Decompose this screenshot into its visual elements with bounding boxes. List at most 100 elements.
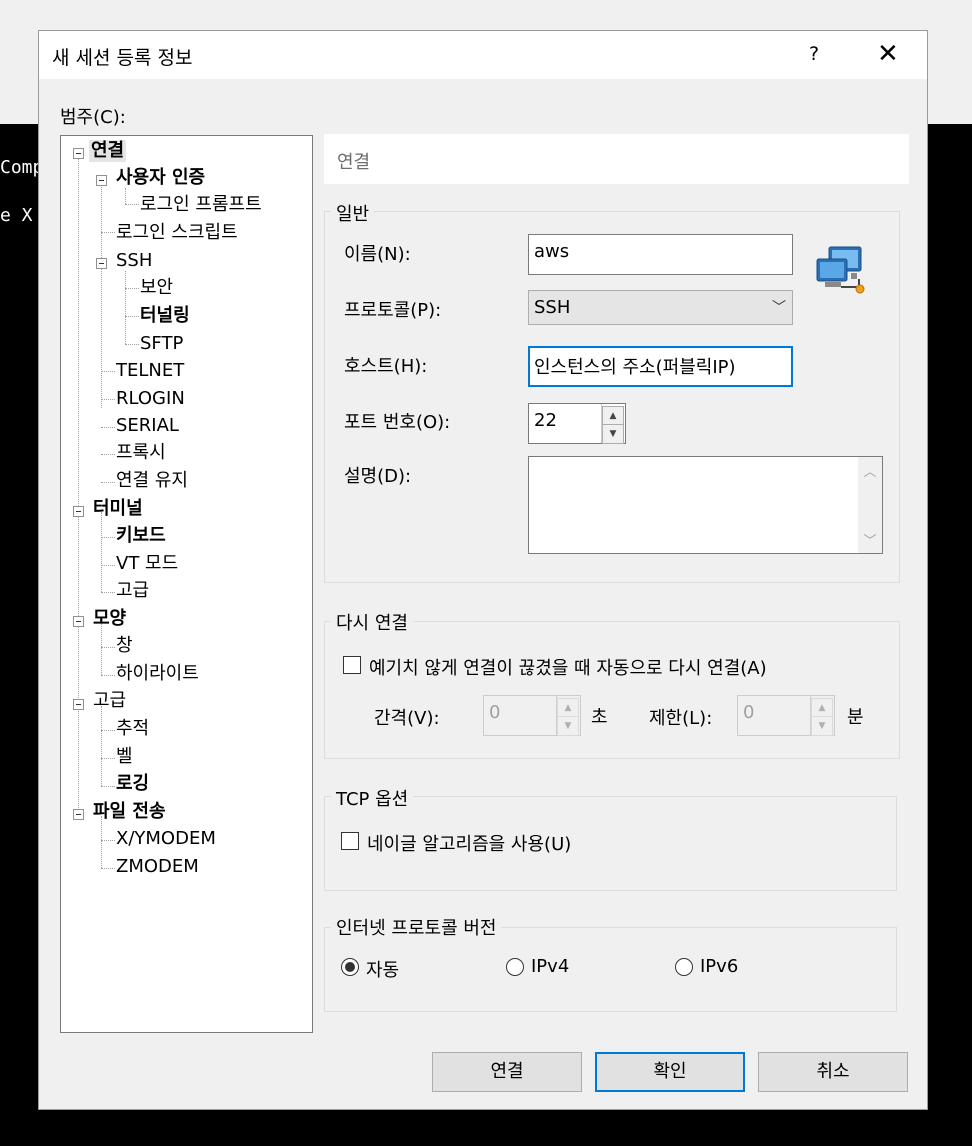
description-scrollbar[interactable]: ︿ ﹀	[858, 457, 882, 553]
port-stepper[interactable]: 22 ▲ ▼	[528, 403, 626, 444]
name-label: 이름(N):	[344, 244, 411, 265]
spin-down-icon[interactable]: ▼	[602, 424, 624, 444]
spin-down-icon[interactable]: ▼	[811, 716, 833, 736]
tree-line	[101, 623, 102, 675]
tree-item-file-transfer[interactable]: 파일 전송	[93, 801, 166, 823]
spin-up-icon[interactable]: ▲	[557, 698, 579, 718]
section-header: 연결	[324, 134, 909, 184]
tree-item-trace[interactable]: 추적	[116, 718, 149, 740]
tree-item-sftp[interactable]: SFTP	[140, 333, 183, 355]
name-input[interactable]: aws	[528, 234, 793, 275]
nagle-checkbox[interactable]	[341, 832, 359, 850]
dialog-title: 새 세션 등록 정보	[52, 47, 193, 69]
limit-label: 제한(L):	[649, 708, 713, 729]
tree-item-connection[interactable]: 연결	[89, 140, 127, 162]
tree-item-advanced-group[interactable]: 고급	[93, 690, 126, 712]
tree-item-login-script[interactable]: 로그인 스크립트	[116, 222, 238, 244]
tree-line	[101, 399, 115, 400]
tree-item-keepalive[interactable]: 연결 유지	[116, 470, 188, 492]
new-session-dialog: 새 세션 등록 정보 ? ✕ 범주(C): 연결 사용자 인증 로그인 프롬프트…	[38, 30, 928, 1110]
category-label: 범주(C):	[60, 107, 126, 128]
reconnect-legend: 다시 연결	[331, 609, 413, 635]
tree-item-vt-mode[interactable]: VT 모드	[116, 553, 178, 575]
host-input[interactable]: 인스턴스의 주소(퍼블릭IP)	[528, 346, 793, 387]
tree-item-serial[interactable]: SERIAL	[116, 415, 179, 437]
ip-version-legend: 인터넷 프로토콜 버전	[331, 914, 502, 940]
auto-reconnect-checkbox[interactable]	[343, 656, 361, 674]
tree-item-advanced[interactable]: 고급	[116, 580, 149, 602]
tree-item-user-auth[interactable]: 사용자 인증	[116, 167, 205, 189]
collapse-icon[interactable]	[96, 175, 107, 186]
tree-line	[125, 316, 139, 317]
spin-down-icon[interactable]: ▼	[557, 716, 579, 736]
tree-line	[78, 158, 79, 816]
tree-item-rlogin[interactable]: RLOGIN	[116, 388, 185, 410]
collapse-icon[interactable]	[73, 809, 84, 820]
tree-item-logging[interactable]: 로깅	[116, 773, 149, 795]
collapse-icon[interactable]	[73, 506, 84, 517]
limit-value: 0	[743, 702, 755, 723]
port-stepper-arrows: ▲ ▼	[601, 404, 625, 444]
host-label: 호스트(H):	[344, 356, 428, 377]
tree-item-telnet[interactable]: TELNET	[116, 360, 184, 382]
ipv6-label[interactable]: IPv6	[700, 956, 738, 977]
ipv4-radio[interactable]	[506, 958, 524, 976]
ip-auto-radio[interactable]	[341, 958, 359, 976]
cancel-button[interactable]: 취소	[758, 1052, 908, 1092]
category-tree[interactable]: 연결 사용자 인증 로그인 프롬프트 로그인 스크립트 SSH 보안 터널링 S…	[60, 135, 313, 1033]
tree-item-terminal[interactable]: 터미널	[93, 498, 143, 520]
auto-reconnect-label[interactable]: 예기치 않게 연결이 끊겼을 때 자동으로 다시 연결(A)	[369, 654, 767, 680]
tree-item-appearance[interactable]: 모양	[93, 608, 126, 630]
tree-item-zmodem[interactable]: ZMODEM	[116, 856, 199, 878]
network-computers-icon	[816, 246, 865, 294]
ipv4-label[interactable]: IPv4	[531, 956, 569, 977]
reconnect-group	[324, 621, 900, 759]
spin-up-icon[interactable]: ▲	[811, 698, 833, 718]
collapse-icon[interactable]	[73, 616, 84, 627]
tree-item-xymodem[interactable]: X/YMODEM	[116, 828, 216, 850]
tree-line	[101, 816, 102, 868]
scroll-up-icon[interactable]: ︿	[858, 461, 882, 480]
collapse-icon[interactable]	[73, 148, 84, 159]
interval-stepper[interactable]: 0 ▲ ▼	[483, 695, 581, 736]
tree-item-tunneling[interactable]: 터널링	[140, 305, 190, 327]
ip-auto-label[interactable]: 자동	[366, 956, 399, 982]
limit-stepper[interactable]: 0 ▲ ▼	[737, 695, 835, 736]
tree-line	[101, 758, 115, 759]
description-textarea[interactable]: ︿ ﹀	[528, 456, 883, 554]
tree-line	[101, 647, 115, 648]
tree-item-keyboard[interactable]: 키보드	[116, 525, 166, 547]
tree-item-bell[interactable]: 벨	[116, 746, 133, 768]
tree-line	[101, 512, 102, 592]
limit-stepper-arrows: ▲ ▼	[810, 696, 834, 736]
connect-button[interactable]: 연결	[432, 1052, 582, 1092]
interval-unit: 초	[591, 707, 608, 728]
spin-up-icon[interactable]: ▲	[602, 406, 624, 426]
tree-line	[125, 188, 126, 204]
scroll-down-icon[interactable]: ﹀	[858, 530, 882, 549]
tree-line	[125, 288, 139, 289]
general-legend: 일반	[331, 200, 375, 226]
tree-item-highlight[interactable]: 하이라이트	[116, 663, 199, 685]
tree-line	[101, 565, 115, 566]
collapse-icon[interactable]	[73, 699, 84, 710]
interval-value: 0	[489, 702, 501, 723]
tree-line	[101, 482, 115, 483]
tree-line	[101, 675, 115, 676]
ipv6-radio[interactable]	[675, 958, 693, 976]
tree-item-security[interactable]: 보안	[140, 277, 173, 299]
tree-item-ssh[interactable]: SSH	[116, 250, 152, 272]
section-header-text: 연결	[337, 152, 371, 173]
tree-item-window[interactable]: 창	[116, 635, 133, 657]
tree-line	[101, 427, 115, 428]
help-button[interactable]: ?	[809, 43, 819, 65]
tree-item-proxy[interactable]: 프록시	[116, 442, 166, 464]
interval-label: 간격(V):	[374, 708, 440, 729]
collapse-icon[interactable]	[96, 258, 107, 269]
tree-item-login-prompt[interactable]: 로그인 프롬프트	[140, 194, 262, 216]
tree-line	[125, 204, 139, 205]
protocol-select[interactable]: SSH ﹀	[528, 290, 793, 325]
ok-button[interactable]: 확인	[595, 1052, 745, 1092]
nagle-label[interactable]: 네이글 알고리즘을 사용(U)	[367, 830, 571, 856]
close-icon[interactable]: ✕	[877, 41, 899, 67]
